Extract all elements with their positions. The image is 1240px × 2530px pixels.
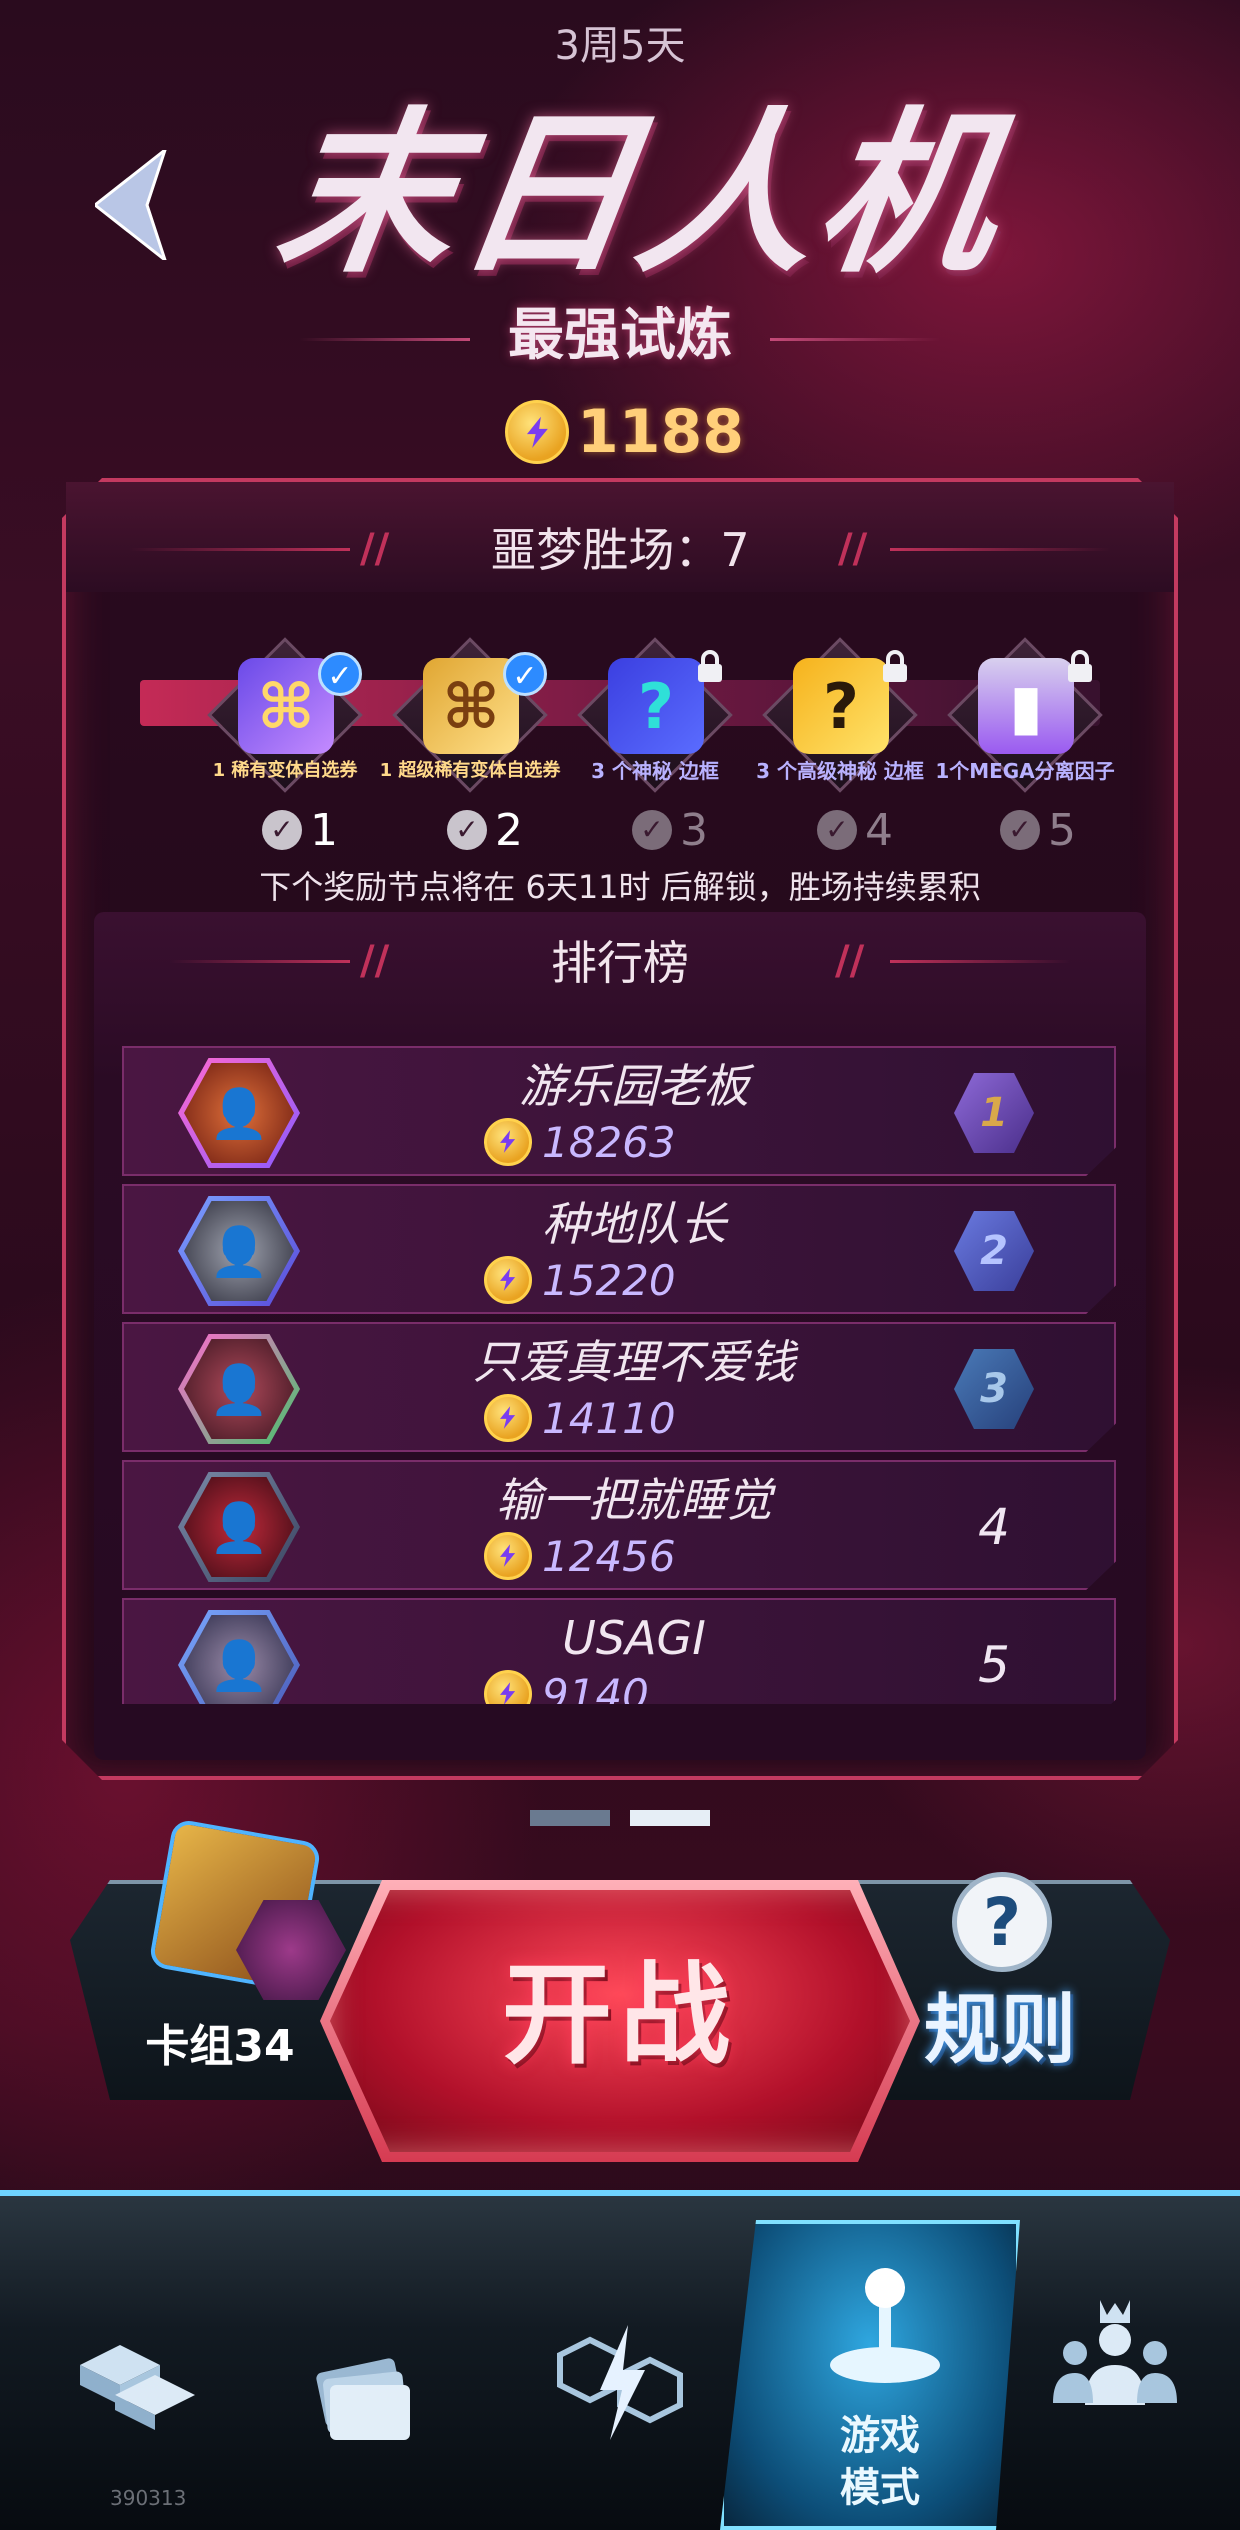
score-value: 1188 xyxy=(577,397,744,467)
step-number: 1 xyxy=(310,804,338,856)
lock-icon xyxy=(698,650,722,682)
rank-number: 4 xyxy=(978,1498,1010,1556)
page-indicator-1[interactable] xyxy=(530,1810,610,1826)
header-slash-right: // xyxy=(838,526,868,572)
nav-versus[interactable] xyxy=(520,2280,720,2480)
event-subtitle: 最强试炼 xyxy=(508,303,732,368)
check-icon: ✓ xyxy=(632,810,672,850)
nightmare-wins-label: 噩梦胜场：7 xyxy=(490,523,750,577)
player-score: 15220 xyxy=(484,1252,784,1308)
player-score: 14110 xyxy=(484,1390,784,1446)
premium-mystery-frame-icon: ? xyxy=(793,658,889,754)
header-line-left xyxy=(130,548,350,551)
leaderboard-row[interactable]: 👤 游乐园老板 18263 1 xyxy=(122,1046,1116,1176)
reward-label: 1 超级稀有变体自选券 xyxy=(379,760,561,781)
nav-collection[interactable] xyxy=(260,2290,460,2490)
mega-capsule-icon: ▮ xyxy=(978,658,1074,754)
rank-badge-silver: 2 xyxy=(954,1211,1034,1291)
page-indicator-2[interactable] xyxy=(630,1810,710,1826)
player-score: 1188 xyxy=(505,395,745,469)
reward-label: 1个MEGA分离因子 xyxy=(935,759,1115,783)
step-number: 2 xyxy=(495,804,523,856)
reward-label: 1 稀有变体自选券 xyxy=(212,760,358,781)
deck-button[interactable]: 卡组34 xyxy=(125,2012,315,2082)
lb-line-right xyxy=(890,960,1070,963)
step-marker-4: ✓ 4 xyxy=(817,800,937,860)
rules-button[interactable]: 规则 xyxy=(915,1980,1085,2080)
lb-slash-left: // xyxy=(360,938,390,984)
reward-label: 3 个神秘 边框 xyxy=(591,759,719,783)
step-marker-3: ✓ 3 xyxy=(632,800,752,860)
community-icon xyxy=(1053,2300,1177,2405)
player-score: 18263 xyxy=(484,1114,784,1170)
mystery-frame-icon: ? xyxy=(608,658,704,754)
leaderboard-row[interactable]: 👤 USAGI 9140 5 xyxy=(122,1598,1116,1704)
header-line-right xyxy=(890,548,1110,551)
lightning-icon xyxy=(484,1670,532,1704)
lock-icon xyxy=(1068,650,1092,682)
event-title: 末日人机 xyxy=(265,92,1015,297)
lightning-icon xyxy=(505,400,569,464)
player-score: 9140 xyxy=(484,1666,784,1704)
nav-game-mode-label[interactable]: 游戏 模式 xyxy=(790,2410,970,2520)
player-name: 只爱真理不爱钱 xyxy=(473,1335,795,1389)
lock-icon xyxy=(883,650,907,682)
lightning-icon xyxy=(484,1118,532,1166)
lightning-icon xyxy=(484,1394,532,1442)
subtitle-divider-left xyxy=(300,338,470,341)
versus-icon xyxy=(557,2325,683,2440)
step-marker-1: ✓ 1 xyxy=(262,800,382,860)
leaderboard-row[interactable]: 👤 输一把就睡觉 12456 4 xyxy=(122,1460,1116,1590)
back-button[interactable] xyxy=(92,145,175,265)
step-number: 3 xyxy=(680,804,708,856)
step-marker-2: ✓ 2 xyxy=(447,800,567,860)
leaderboard-row[interactable]: 👤 只爱真理不爱钱 14110 3 xyxy=(122,1322,1116,1452)
build-id: 390313 xyxy=(110,2486,187,2510)
cards-icon xyxy=(316,2358,410,2440)
back-arrow-icon xyxy=(92,145,168,265)
rank-number: 5 xyxy=(978,1636,1010,1694)
step-number: 4 xyxy=(865,804,893,856)
rank-badge-bronze: 3 xyxy=(954,1349,1034,1429)
reward-label: 3 个高级神秘 边框 xyxy=(756,759,924,783)
player-score: 12456 xyxy=(484,1528,784,1584)
claimed-check-icon: ✓ xyxy=(318,652,362,696)
score-value: 15220 xyxy=(542,1255,676,1305)
score-value: 9140 xyxy=(542,1669,649,1705)
leaderboard-list[interactable]: 👤 游乐园老板 18263 1 👤 种地队长 15220 2 👤 只爱真理不爱钱… xyxy=(122,1044,1116,1704)
score-value: 18263 xyxy=(542,1117,676,1167)
help-icon[interactable]: ? xyxy=(952,1872,1052,1972)
lb-slash-right: // xyxy=(835,938,865,984)
player-name: 输一把就睡觉 xyxy=(496,1473,772,1527)
fight-button-label[interactable]: 开战 xyxy=(330,1950,910,2080)
lightning-icon xyxy=(484,1256,532,1304)
claimed-check-icon: ✓ xyxy=(503,652,547,696)
season-timer: 3周5天 xyxy=(554,23,686,69)
check-icon: ✓ xyxy=(447,810,487,850)
joystick-icon xyxy=(830,2268,940,2383)
player-name: 游乐园老板 xyxy=(519,1059,749,1113)
nav-shop[interactable] xyxy=(30,2270,230,2470)
check-icon: ✓ xyxy=(817,810,857,850)
subtitle-divider-right xyxy=(770,338,940,341)
player-name: 种地队长 xyxy=(542,1197,726,1251)
rank-badge-gold: 1 xyxy=(954,1073,1034,1153)
leaderboard-row[interactable]: 👤 种地队长 15220 2 xyxy=(122,1184,1116,1314)
player-name: USAGI xyxy=(562,1611,706,1665)
score-value: 12456 xyxy=(542,1531,676,1581)
check-icon: ✓ xyxy=(1000,810,1040,850)
score-value: 14110 xyxy=(542,1393,676,1443)
lightning-icon xyxy=(484,1532,532,1580)
leaderboard-title: 排行榜 xyxy=(551,936,689,990)
step-number: 5 xyxy=(1048,804,1076,856)
check-icon: ✓ xyxy=(262,810,302,850)
nav-game-mode[interactable] xyxy=(785,2240,985,2410)
lb-line-left xyxy=(170,960,350,963)
unlock-note: 下个奖励节点将在 6天11时 后解锁，胜场持续累积 xyxy=(259,868,981,906)
gold-bars-icon xyxy=(80,2345,195,2430)
step-marker-5: ✓ 5 xyxy=(1000,800,1120,860)
nav-community[interactable] xyxy=(1010,2250,1220,2450)
